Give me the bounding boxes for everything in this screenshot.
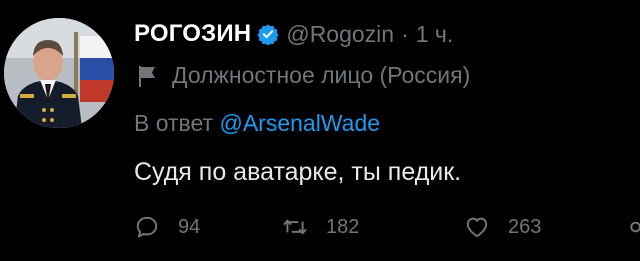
- retweet-count: 182: [326, 215, 360, 238]
- retweet-icon: [283, 219, 307, 235]
- reply-mention-link[interactable]: @ArsenalWade: [219, 110, 380, 136]
- like-icon: [466, 217, 488, 238]
- reply-prefix: В ответ: [134, 110, 214, 136]
- affiliation-label: Должностное лицо (Россия): [136, 62, 470, 89]
- avatar-image: [4, 18, 114, 128]
- affiliation-text: Должностное лицо (Россия): [172, 62, 471, 88]
- tweet[interactable]: РОГОЗИН @Rogozin · 1 ч. Должностное лицо…: [0, 0, 640, 261]
- retweet-button[interactable]: 182: [282, 214, 359, 240]
- action-bar: 94 182 263: [134, 214, 640, 244]
- tweet-text: Судя по аватарке, ты педик.: [134, 158, 462, 186]
- reply-icon: [136, 216, 158, 238]
- like-button[interactable]: 263: [464, 214, 541, 240]
- share-button[interactable]: [628, 214, 640, 240]
- share-icon: [630, 221, 640, 233]
- reply-count: 94: [178, 215, 201, 238]
- reply-context: В ответ @ArsenalWade: [134, 110, 380, 137]
- reply-button[interactable]: 94: [134, 214, 200, 240]
- author-name[interactable]: РОГОЗИН: [134, 20, 251, 48]
- tweet-header: РОГОЗИН @Rogozin · 1 ч.: [134, 20, 453, 48]
- separator-dot: ·: [401, 20, 409, 47]
- author-handle[interactable]: @Rogozin: [286, 21, 394, 48]
- like-count: 263: [508, 215, 542, 238]
- timestamp[interactable]: 1 ч.: [416, 21, 454, 48]
- flag-icon: [139, 65, 155, 87]
- verified-badge-icon: [257, 24, 279, 45]
- avatar[interactable]: [4, 18, 114, 128]
